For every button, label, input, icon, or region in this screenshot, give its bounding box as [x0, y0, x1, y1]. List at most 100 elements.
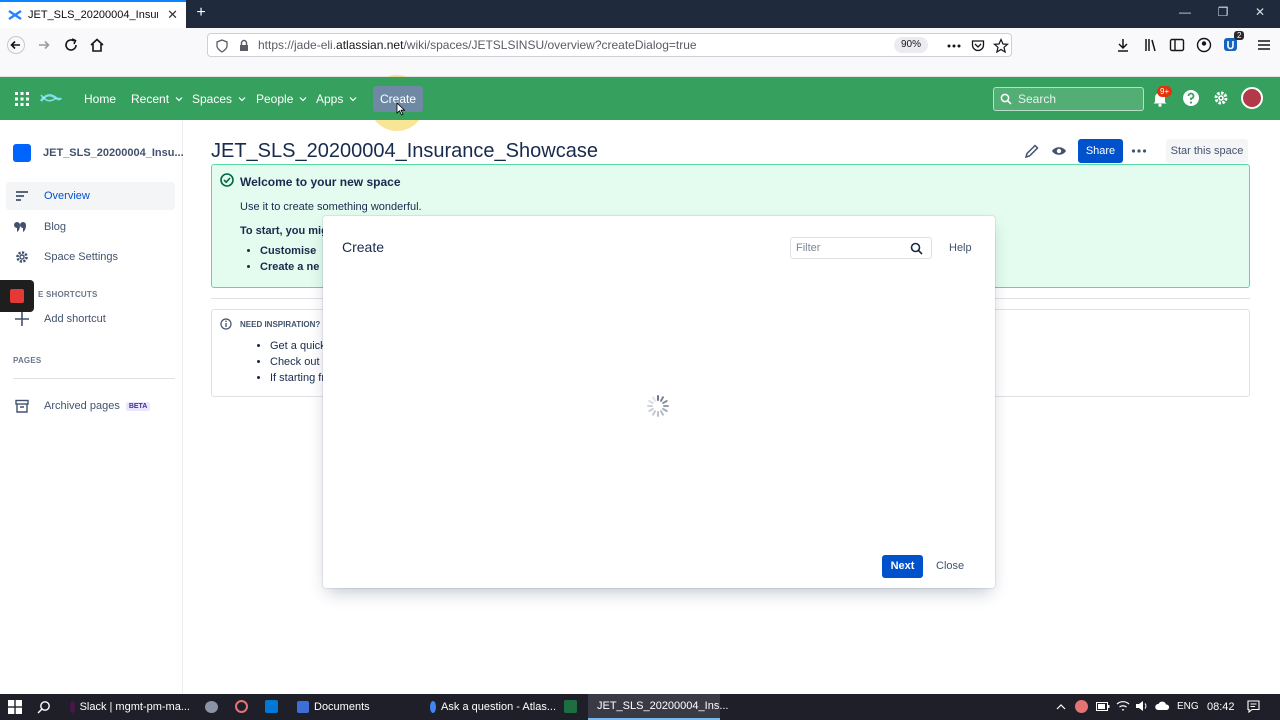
nav-spaces[interactable]: Spaces	[192, 92, 246, 106]
browser-tab[interactable]: JET_SLS_20200004_Insurance_Showcase ✕	[0, 0, 186, 28]
more-options-icon[interactable]	[1131, 143, 1147, 159]
edit-pencil-icon[interactable]	[1024, 143, 1040, 159]
space-name: JET_SLS_20200004_Insu...	[43, 147, 184, 159]
library-icon[interactable]	[1142, 36, 1160, 54]
bookmark-star-icon[interactable]	[993, 38, 1009, 54]
filter-input[interactable]	[796, 242, 906, 254]
browser-tab-strip: JET_SLS_20200004_Insurance_Showcase ✕ + …	[0, 0, 1280, 28]
zoom-level[interactable]: 90%	[894, 37, 928, 53]
inspiration-heading: NEED INSPIRATION?	[240, 320, 321, 329]
taskbar-app-slack[interactable]: Slack | mgmt-pm-ma...	[66, 694, 190, 720]
gear-icon	[16, 251, 28, 263]
back-arrow-icon[interactable]	[7, 36, 25, 54]
home-icon[interactable]	[88, 36, 106, 54]
pocket-icon[interactable]	[970, 38, 986, 54]
space-header[interactable]: JET_SLS_20200004_Insu...	[13, 144, 184, 162]
outlook-icon[interactable]	[265, 700, 278, 713]
sidebar-toggle-icon[interactable]	[1168, 36, 1186, 54]
confluence-logo-icon[interactable]	[40, 91, 62, 105]
more-actions-icon[interactable]	[946, 38, 962, 54]
notifications-center-icon[interactable]	[1247, 700, 1260, 713]
excel-icon[interactable]	[564, 700, 577, 713]
recording-indicator[interactable]	[0, 280, 34, 312]
tray-chevron-up-icon[interactable]	[1056, 702, 1066, 712]
app-icon[interactable]	[235, 700, 248, 713]
search-field[interactable]	[993, 87, 1144, 111]
extension-badge: 2	[1234, 31, 1245, 40]
success-check-icon	[220, 173, 234, 187]
record-stop-icon	[10, 289, 24, 303]
mouse-cursor-icon	[396, 102, 406, 116]
window-close-button[interactable]: ✕	[1250, 5, 1270, 19]
account-icon[interactable]	[1195, 36, 1213, 54]
app-icon[interactable]	[205, 701, 218, 713]
language-indicator[interactable]: ENG	[1177, 701, 1199, 712]
sidebar-item-archived-pages[interactable]: Archived pages BETA	[6, 392, 175, 420]
menu-hamburger-icon[interactable]	[1255, 36, 1273, 54]
sidebar-item-space-settings[interactable]: Space Settings	[6, 243, 175, 271]
windows-taskbar: Slack | mgmt-pm-ma... Documents Ask a qu…	[0, 694, 1280, 720]
maximize-button[interactable]: ❐	[1213, 5, 1233, 19]
dialog-title: Create	[342, 239, 385, 255]
minimize-button[interactable]: —	[1175, 5, 1195, 19]
welcome-start-text: To start, you mig	[240, 225, 328, 237]
forward-arrow-icon[interactable]	[35, 36, 53, 54]
info-icon	[220, 318, 232, 330]
next-button[interactable]: Next	[882, 555, 923, 578]
reload-icon[interactable]	[62, 36, 80, 54]
welcome-title: Welcome to your new space	[240, 175, 401, 189]
app-switcher-icon[interactable]	[14, 91, 30, 107]
chevron-down-icon	[349, 97, 357, 102]
close-button[interactable]: Close	[936, 560, 964, 572]
welcome-subtitle: Use it to create something wonderful.	[240, 201, 422, 213]
nav-recent[interactable]: Recent	[131, 92, 183, 106]
nav-apps[interactable]: Apps	[316, 92, 357, 106]
beta-badge: BETA	[125, 401, 151, 411]
star-space-button[interactable]: Star this space	[1166, 139, 1248, 163]
avatar[interactable]	[1241, 87, 1263, 109]
list-item: Check out c	[270, 356, 328, 368]
new-tab-button[interactable]: +	[192, 4, 210, 22]
downloads-icon[interactable]	[1114, 36, 1132, 54]
wifi-icon[interactable]	[1116, 700, 1130, 712]
chevron-down-icon	[175, 97, 183, 102]
help-link[interactable]: Help	[949, 242, 972, 254]
shield-icon[interactable]	[214, 38, 230, 54]
sidebar-divider	[13, 378, 175, 379]
settings-gear-icon[interactable]	[1212, 89, 1230, 107]
quote-icon	[14, 222, 26, 232]
shortcuts-heading: E SHORTCUTS	[38, 290, 98, 299]
filter-field[interactable]	[790, 237, 932, 259]
taskbar-app-firefox[interactable]: JET_SLS_20200004_Ins...	[588, 694, 728, 720]
archive-icon	[15, 399, 29, 413]
windows-start-icon[interactable]	[8, 700, 22, 714]
tab-title: JET_SLS_20200004_Insurance_Showcase	[28, 9, 158, 21]
browser-toolbar: https://jade-eli.atlassian.net/wiki/spac…	[0, 28, 1280, 77]
taskbar-search-icon[interactable]	[37, 700, 51, 714]
taskbar-clock[interactable]: 08:42	[1207, 701, 1235, 713]
url-bar[interactable]: https://jade-eli.atlassian.net/wiki/spac…	[207, 33, 1012, 57]
watch-eye-icon[interactable]	[1051, 143, 1067, 159]
volume-icon[interactable]	[1135, 700, 1149, 712]
onedrive-cloud-icon[interactable]	[1155, 700, 1170, 712]
taskbar-app-documents[interactable]: Documents	[293, 694, 417, 720]
lock-icon[interactable]	[236, 38, 252, 54]
tab-close-icon[interactable]: ✕	[167, 7, 178, 23]
sidebar-item-overview[interactable]: Overview	[6, 182, 175, 210]
taskbar-app-ask-question[interactable]: Ask a question - Atlas...	[426, 694, 556, 720]
pages-heading: PAGES	[13, 356, 42, 365]
extension-button[interactable]: 2	[1222, 31, 1245, 55]
tray-app-icon[interactable]	[1075, 700, 1088, 713]
sidebar-item-blog[interactable]: Blog	[6, 213, 175, 241]
nav-people[interactable]: People	[256, 92, 307, 106]
help-icon[interactable]	[1182, 89, 1200, 107]
space-icon	[13, 144, 31, 162]
chrome-icon	[430, 701, 437, 713]
overview-icon	[16, 191, 28, 201]
list-item: Customise	[260, 245, 319, 257]
nav-home[interactable]: Home	[84, 92, 116, 106]
list-item: If starting fr	[270, 372, 328, 384]
battery-icon[interactable]	[1096, 702, 1110, 711]
share-button[interactable]: Share	[1078, 139, 1123, 163]
search-input[interactable]	[1018, 92, 1128, 106]
